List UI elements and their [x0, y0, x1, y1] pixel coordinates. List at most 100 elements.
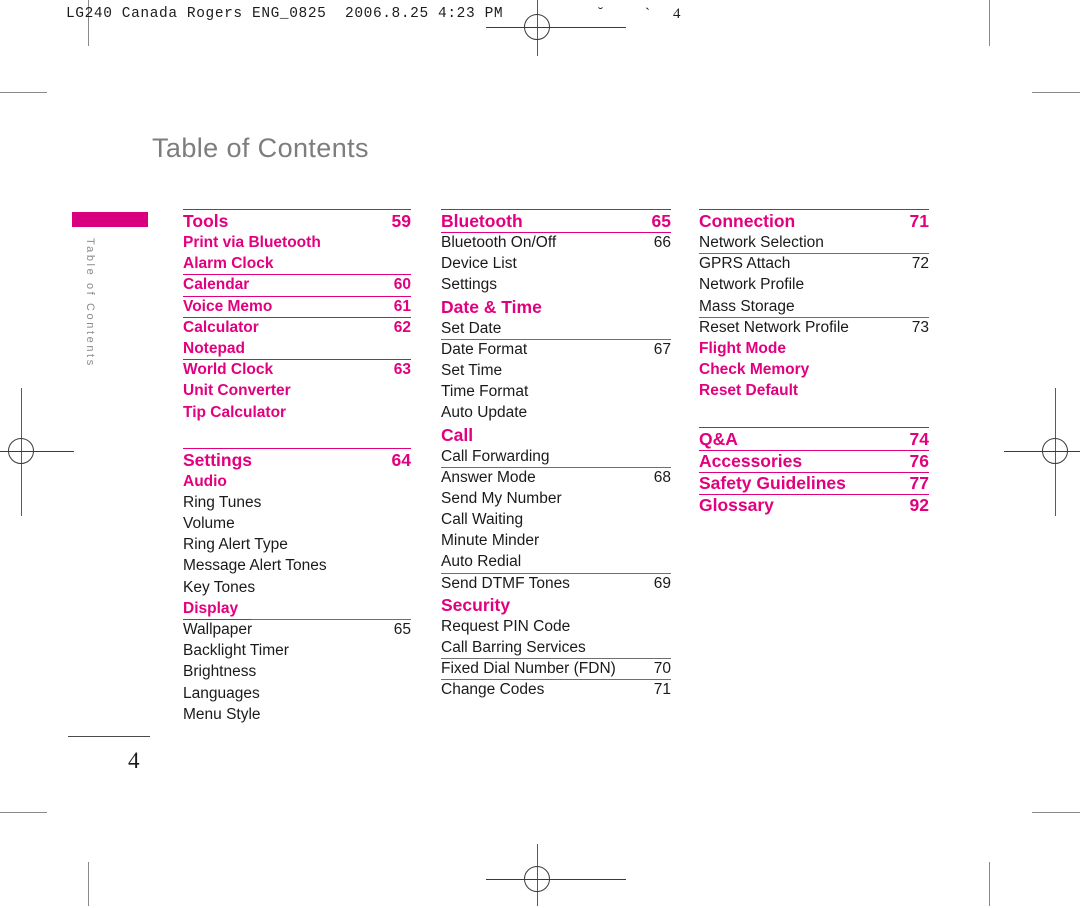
toc-entry-label: Ring Tunes — [183, 493, 262, 511]
toc-entry-label: Bluetooth On/Off — [441, 234, 557, 251]
toc-entry-label: Mass Storage — [699, 297, 795, 315]
toc-section-heading[interactable]: Q&A 74 — [699, 426, 929, 451]
toc-entry[interactable]: Message Alert Tones — [183, 555, 411, 576]
toc-entry-label: Languages — [183, 684, 260, 702]
print-header-tick-1: ˘ — [598, 5, 603, 21]
toc-entry-label: Minute Minder — [441, 532, 540, 550]
toc-entry[interactable]: Set Date — [441, 318, 671, 340]
toc-entry[interactable]: Device List — [441, 253, 671, 274]
toc-entry[interactable]: Minute Minder — [441, 530, 671, 551]
toc-entry[interactable]: Request PIN Code — [441, 616, 671, 637]
toc-entry-label: Call Barring Services — [441, 639, 586, 656]
toc-entry[interactable]: Print via Bluetooth — [183, 232, 411, 253]
toc-entry[interactable]: Network Selection — [699, 232, 929, 255]
toc-entry[interactable]: Menu Style — [183, 704, 411, 725]
toc-entry-label: Audio — [183, 472, 227, 490]
toc-entry[interactable]: Ring Alert Type — [183, 534, 411, 555]
toc-entry[interactable]: Volume — [183, 513, 411, 534]
toc-entry-label: Wallpaper — [183, 621, 253, 638]
toc-section-heading[interactable]: Security — [441, 594, 671, 616]
page-number: 4 — [128, 748, 140, 773]
toc-entry-label: Change Codes — [441, 681, 545, 699]
toc-entry[interactable]: Key Tones — [183, 577, 411, 598]
toc-section-heading[interactable]: Call — [441, 424, 671, 446]
toc-entry-page-number: 63 — [393, 361, 411, 379]
toc-entry-page-number: 60 — [393, 276, 411, 294]
toc-entry-page-number: 65 — [393, 621, 411, 638]
toc-entry[interactable]: Unit Converter — [183, 380, 411, 401]
toc-entry[interactable]: Check Memory — [699, 359, 929, 380]
toc-entry-label: Q&A — [699, 428, 738, 449]
toc-entry[interactable]: Calculator 62 — [183, 317, 411, 338]
toc-entry-page-number: 68 — [653, 468, 671, 486]
toc-entry[interactable]: Send My Number — [441, 488, 671, 509]
toc-entry[interactable]: Send DTMF Tones 69 — [441, 573, 671, 594]
toc-entry[interactable]: GPRS Attach 72 — [699, 253, 929, 274]
toc-section-heading[interactable]: Glossary 92 — [699, 494, 929, 516]
toc-entry[interactable]: Notepad — [183, 338, 411, 361]
toc-entry[interactable]: Auto Update — [441, 402, 671, 423]
toc-entry[interactable]: Call Forwarding — [441, 446, 671, 468]
toc-entry[interactable]: Voice Memo 61 — [183, 296, 411, 318]
side-tab-label: Table of Contents — [84, 238, 96, 368]
toc-entry[interactable]: Wallpaper 65 — [183, 619, 411, 640]
toc-entry[interactable]: Call Waiting — [441, 509, 671, 530]
toc-section-heading[interactable]: Date & Time — [441, 296, 671, 318]
toc-entry[interactable]: Change Codes 71 — [441, 679, 671, 700]
toc-entry[interactable]: Settings — [441, 274, 671, 295]
toc-entry[interactable]: Fixed Dial Number (FDN) 70 — [441, 658, 671, 681]
toc-entry[interactable]: Bluetooth On/Off 66 — [441, 232, 671, 253]
toc-entry[interactable]: Flight Mode — [699, 338, 929, 359]
crop-mark-left-top-horizontal — [0, 92, 47, 94]
toc-section-heading[interactable]: Bluetooth 65 — [441, 209, 671, 233]
toc-entry-page-number: 59 — [391, 211, 411, 231]
toc-entry[interactable]: Set Time — [441, 360, 671, 381]
crop-mark-left-bottom-horizontal — [0, 812, 47, 814]
toc-entry-label: Security — [441, 594, 511, 615]
toc-entry[interactable]: Calendar 60 — [183, 274, 411, 297]
toc-entry[interactable]: Alarm Clock — [183, 253, 411, 276]
toc-section-heading[interactable]: Accessories 76 — [699, 450, 929, 473]
toc-entry[interactable]: Reset Network Profile 73 — [699, 317, 929, 338]
toc-entry-label: Date & Time — [441, 296, 542, 317]
toc-entry[interactable]: Backlight Timer — [183, 640, 411, 661]
toc-entry[interactable]: Network Profile — [699, 274, 929, 295]
toc-entry[interactable]: Display — [183, 598, 411, 621]
toc-entry[interactable]: Time Format — [441, 381, 671, 402]
toc-entry-label: Settings — [441, 276, 498, 294]
toc-entry-label: Print via Bluetooth — [183, 234, 321, 251]
toc-entry[interactable]: World Clock 63 — [183, 359, 411, 380]
toc-entry[interactable]: Reset Default — [699, 380, 929, 401]
toc-entry-label: Auto Update — [441, 404, 528, 422]
toc-entry-label: World Clock — [183, 361, 274, 379]
toc-entry[interactable]: Date Format 67 — [441, 339, 671, 360]
toc-entry[interactable]: Auto Redial — [441, 551, 671, 574]
toc-entry-label: Date Format — [441, 340, 528, 358]
toc-entry[interactable]: Mass Storage — [699, 296, 929, 318]
crop-mark-bottom-right-vertical — [989, 862, 991, 906]
toc-section-heading[interactable]: Safety Guidelines 77 — [699, 472, 929, 495]
toc-entry-label: Calculator — [183, 318, 259, 336]
toc-section-heading[interactable]: Settings 64 — [183, 447, 411, 471]
toc-section-heading[interactable]: Connection 71 — [699, 209, 929, 232]
toc-entry-label: Set Date — [441, 319, 502, 337]
toc-entry[interactable]: Languages — [183, 683, 411, 704]
toc-section-heading[interactable]: Tools 59 — [183, 209, 411, 232]
toc-entry-page-number: 70 — [653, 660, 671, 678]
toc-entry-label: Ring Alert Type — [183, 536, 288, 554]
toc-entry-page-number: 69 — [653, 574, 671, 592]
toc-entry-label: GPRS Attach — [699, 255, 791, 273]
toc-entry[interactable]: Audio — [183, 471, 411, 492]
toc-entry-label: Send DTMF Tones — [441, 574, 570, 592]
toc-entry[interactable]: Ring Tunes — [183, 492, 411, 513]
toc-entry-label: Auto Redial — [441, 553, 522, 571]
side-tab-accent-bar — [72, 212, 148, 227]
toc-entry[interactable]: Brightness — [183, 661, 411, 682]
toc-entry-label: Menu Style — [183, 705, 261, 723]
toc-entry-label: Backlight Timer — [183, 642, 289, 660]
toc-entry[interactable]: Tip Calculator — [183, 402, 411, 423]
toc-entry-label: Set Time — [441, 361, 503, 379]
toc-entry[interactable]: Call Barring Services — [441, 637, 671, 660]
toc-entry[interactable]: Answer Mode 68 — [441, 467, 671, 488]
toc-entry-page-number: 71 — [909, 211, 929, 231]
